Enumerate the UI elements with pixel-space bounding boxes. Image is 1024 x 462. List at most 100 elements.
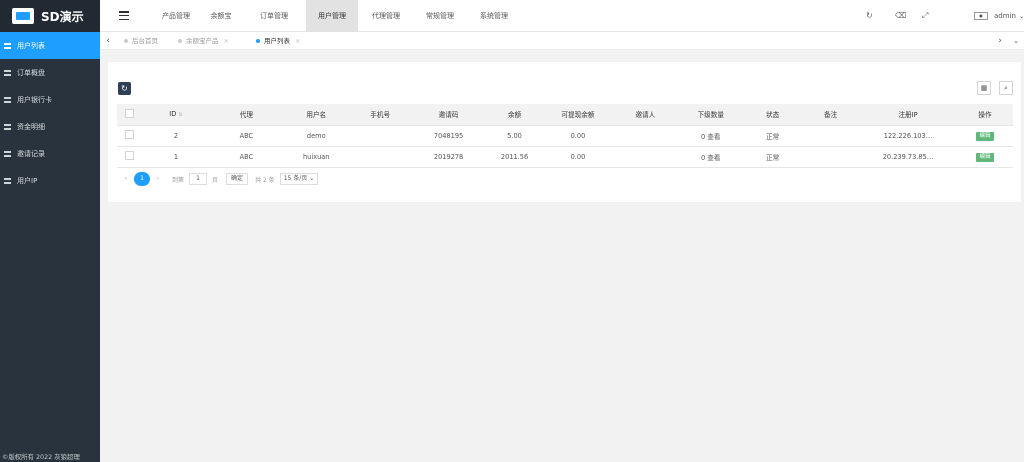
copyright-footer: ©版权所有 2022 灰狼超理 [2,453,80,461]
sidebar-item-label: 订单概盘 [17,68,45,77]
top-navbar: 产品管理 余额宝 订单管理 用户管理 代理管理 常规管理 系统管理 ↻ ⌫ ⤢ … [100,0,1024,32]
sidebar-item-funds[interactable]: 资金明细 [0,113,100,140]
sidebar-item-label: 用户IP [17,176,38,185]
cell-id: 2 [142,125,209,147]
sidebar-item-label: 资金明细 [17,122,45,131]
table-row: 2 ABC demo 7048195 5.00 0.00 0 查看 正常 122… [117,125,1013,147]
col-balance: 余额 [485,104,544,126]
tabs-scroll-left-icon[interactable]: ‹ [100,32,116,50]
cell-remark [802,146,860,168]
tab-dot-icon [178,39,182,43]
table-row: 1 ABC huixuan 2019278 2011.56 0.00 0 查看 … [117,146,1013,168]
nav-tab-products[interactable]: 产品管理 [152,0,200,32]
cell-phone [348,146,412,168]
nav-tab-general[interactable]: 常规管理 [414,0,466,32]
cell-status: 正常 [743,125,803,147]
logo-icon [12,8,34,24]
col-sub-count: 下级数量 [678,104,744,126]
col-withdrawable: 可提现余额 [543,104,613,126]
list-icon [3,177,12,185]
confirm-page-button[interactable]: 确定 [226,173,249,185]
user-list-card: ↻ ▦ ⌕ ID ⇅ 代理 用户名 手机号 邀请码 余额 可提现余额 邀请人 下… [108,62,1021,202]
cell-sub-count-link[interactable]: 0 查看 [678,146,744,168]
col-actions: 操作 [956,104,1013,126]
nav-tab-agents[interactable]: 代理管理 [358,0,414,32]
cell-invite-code: 7048195 [411,125,486,147]
menu-toggle-icon[interactable] [119,11,129,20]
close-icon[interactable]: × [295,32,300,50]
page-tab-label: 余额宝产品 [186,37,219,45]
tabs-scroll-right-icon[interactable]: › [992,32,1008,50]
cell-sub-count-link[interactable]: 0 查看 [678,125,744,147]
column-filter-icon[interactable]: ▦ [977,81,991,95]
close-icon[interactable]: × [224,32,229,50]
avatar: ● [974,12,988,20]
col-inviter: 邀请人 [612,104,679,126]
sidebar-item-label: 用户列表 [17,41,45,50]
col-remark: 备注 [802,104,860,126]
table-header-row: ID ⇅ 代理 用户名 手机号 邀请码 余额 可提现余额 邀请人 下级数量 状态… [117,104,1013,126]
per-page-select[interactable]: 15 条/页 ⌄ [279,173,319,185]
nav-tab-system[interactable]: 系统管理 [466,0,522,32]
logo[interactable]: SD演示 [0,0,100,32]
sidebar-item-user-ip[interactable]: 用户IP [0,167,100,194]
total-count: 共 2 条 [255,176,275,184]
sidebar: SD演示 用户列表 订单概盘 用户银行卡 资金明细 邀请记录 用户IP ©版权所… [0,0,100,462]
edit-button[interactable]: 编辑 [976,152,994,162]
cell-inviter [612,146,679,168]
col-register-ip: 注册IP [859,104,957,126]
cell-remark [802,125,860,147]
sidebar-item-orders[interactable]: 订单概盘 [0,59,100,86]
users-icon [3,42,12,50]
cell-inviter [612,125,679,147]
col-id[interactable]: ID ⇅ [142,104,209,126]
nav-tab-orders[interactable]: 订单管理 [242,0,306,32]
nav-tab-yuebao[interactable]: 余额宝 [200,0,242,32]
col-status: 状态 [743,104,803,126]
sort-icon: ⇅ [178,112,183,119]
table-refresh-button[interactable]: ↻ [118,82,131,95]
search-icon[interactable]: ⌕ [999,81,1013,95]
cell-withdrawable: 0.00 [543,125,613,147]
next-page-button[interactable]: › [150,172,166,186]
cell-phone [348,125,412,147]
cell-actions: 编辑 [956,125,1013,147]
username-label: admin [994,12,1016,20]
sidebar-item-invites[interactable]: 邀请记录 [0,140,100,167]
user-menu[interactable]: ● admin ⌄ ⋮ [974,0,1024,32]
cell-invite-code: 2019278 [411,146,486,168]
page-1-button[interactable]: 1 [134,172,150,186]
select-all-checkbox[interactable] [117,104,143,126]
nav-tab-users[interactable]: 用户管理 [306,0,358,32]
chevron-down-icon: ⌄ [1018,12,1024,20]
cell-balance: 2011.56 [485,146,544,168]
cell-username: demo [283,125,349,147]
col-username: 用户名 [283,104,349,126]
page-tab-user-list[interactable]: 用户列表 × [256,32,300,50]
cell-actions: 编辑 [956,146,1013,168]
row-checkbox[interactable] [117,125,143,147]
tabs-menu-chevron-icon[interactable]: ⌄ [1008,32,1024,50]
list-icon [3,123,12,131]
cell-agent: ABC [208,125,284,147]
sidebar-item-label: 用户银行卡 [17,95,52,104]
col-invite-code: 邀请码 [411,104,486,126]
page-tab-label: 后台首页 [132,37,158,45]
clear-cache-icon[interactable]: ⌫ [895,11,906,20]
sidebar-item-user-list[interactable]: 用户列表 [0,32,100,59]
cell-username: huixuan [283,146,349,168]
page-tab-label: 用户列表 [264,37,290,45]
fullscreen-icon[interactable]: ⤢ [922,11,928,21]
pagination: ‹ 1 › 到第 1 页 确定 共 2 条 15 条/页 ⌄ [118,172,319,186]
page-tab-yuebao-products[interactable]: 余额宝产品 × [178,32,229,50]
row-checkbox[interactable] [117,146,143,168]
page-unit-label: 页 [212,176,219,184]
refresh-icon[interactable]: ↻ [866,11,873,20]
page-tab-home[interactable]: 后台首页 [124,32,158,50]
prev-page-button[interactable]: ‹ [118,172,134,186]
list-icon [3,150,12,158]
cell-withdrawable: 0.00 [543,146,613,168]
edit-button[interactable]: 编辑 [976,131,994,141]
sidebar-item-bank-card[interactable]: 用户银行卡 [0,86,100,113]
page-number-input[interactable]: 1 [189,173,208,185]
